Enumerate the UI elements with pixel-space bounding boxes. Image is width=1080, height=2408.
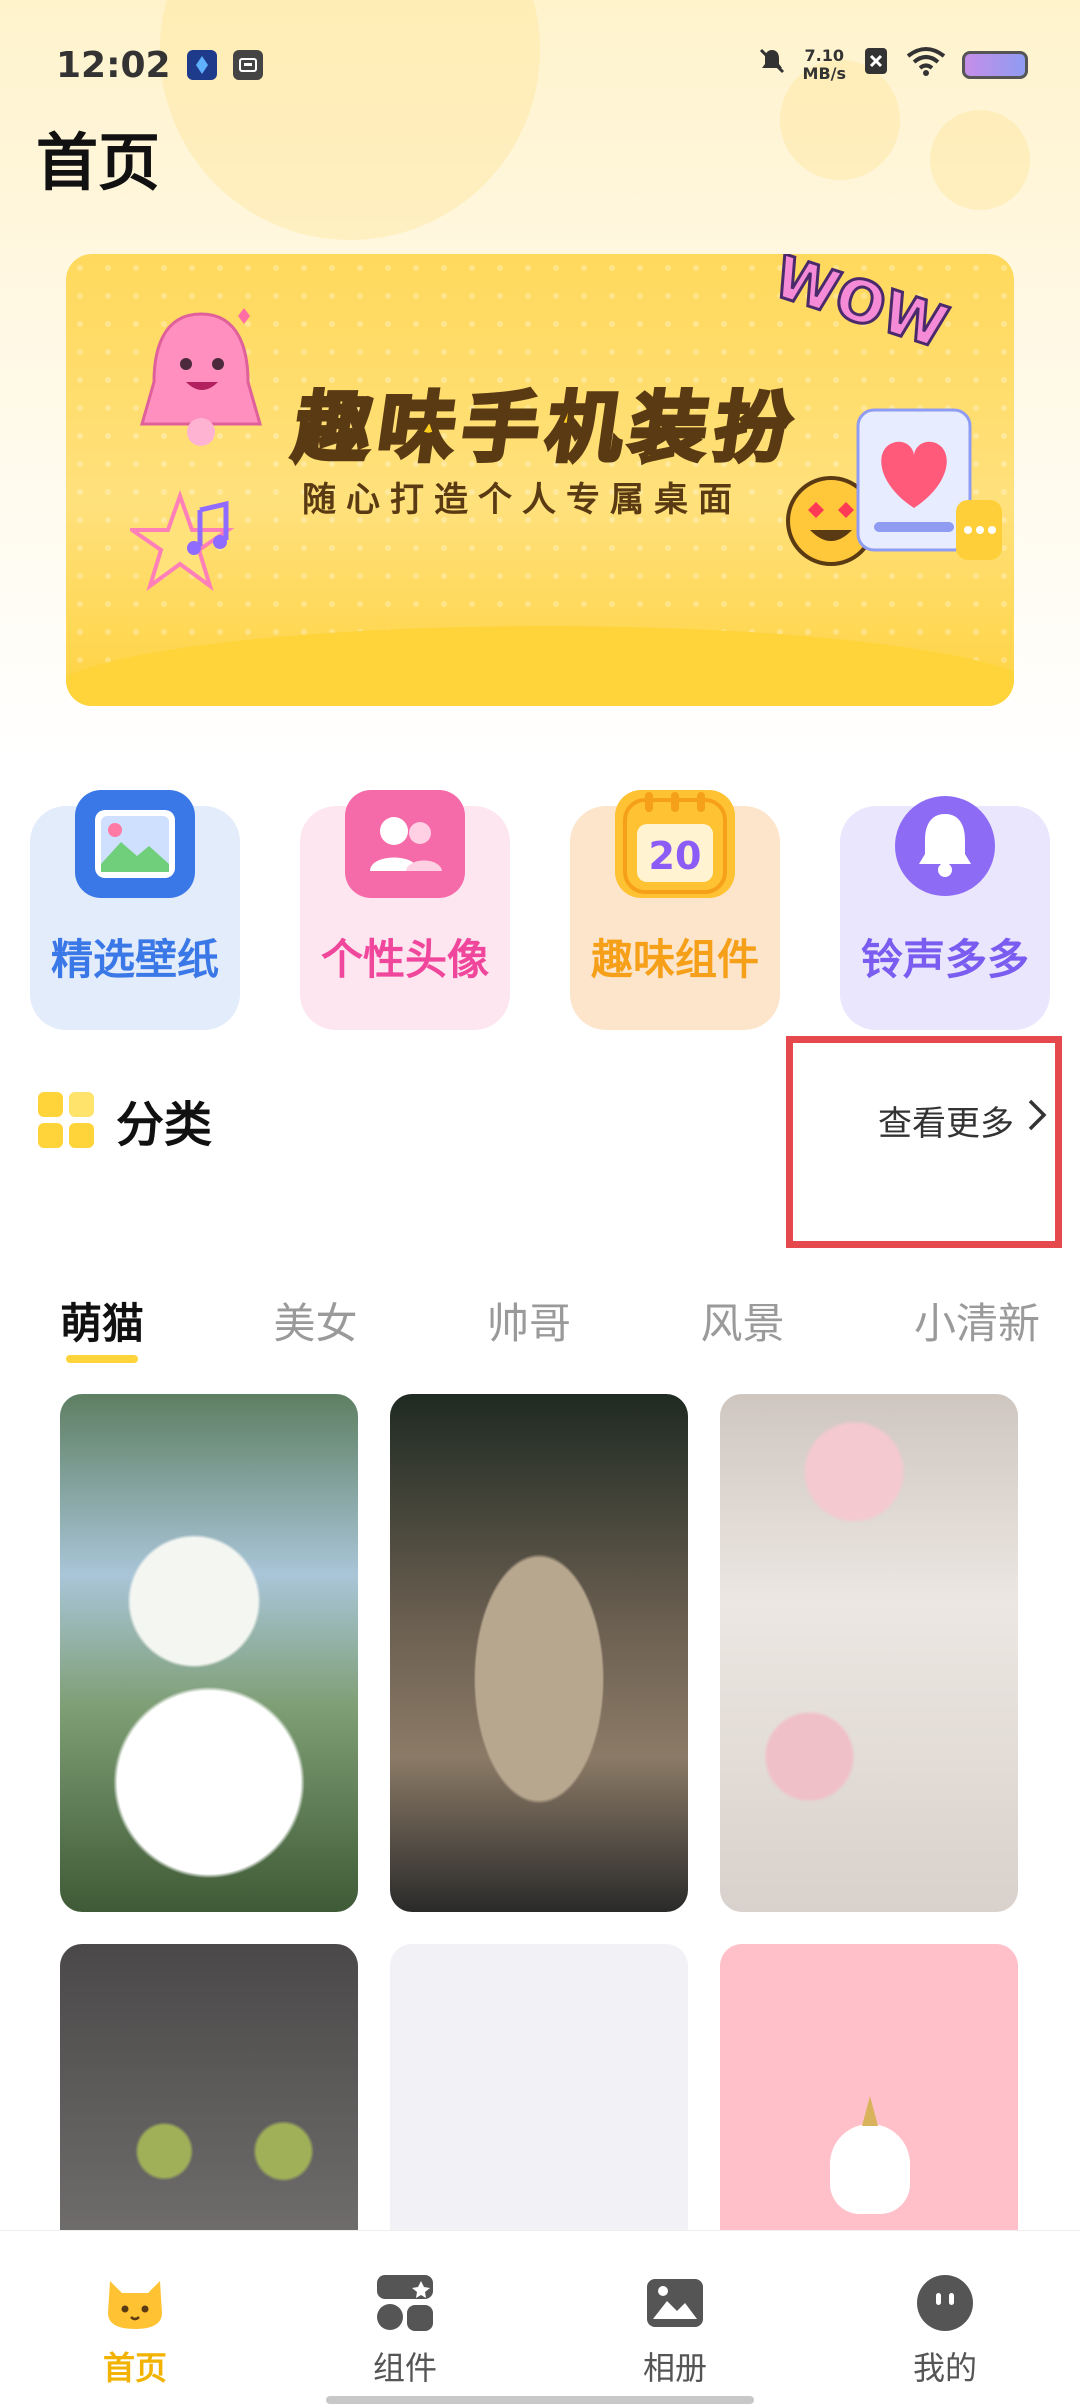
tab-fresh[interactable]: 小清新 — [914, 1290, 1040, 1351]
section-title: 分类 — [116, 1097, 213, 1153]
calendar-icon: 20 — [615, 790, 735, 898]
nav-label: 首页 — [102, 2349, 167, 2387]
mute-icon — [757, 45, 787, 85]
wifi-icon — [906, 45, 946, 85]
music-star-icon — [125, 489, 250, 604]
nav-label: 我的 — [912, 2349, 977, 2387]
nav-profile[interactable]: 我的 — [845, 2273, 1045, 2389]
calendar-day: 20 — [648, 834, 702, 878]
cat-icon — [103, 2273, 167, 2333]
image-icon — [643, 2273, 707, 2333]
category-grid-icon — [38, 1092, 94, 1148]
nav-widgets[interactable]: 组件 — [305, 2273, 505, 2389]
page-title: 首页 — [36, 126, 161, 199]
status-time: 12:02 — [56, 44, 171, 86]
status-bar: 12:02 7.10 MB/s — [0, 0, 1080, 130]
wallpaper-thumbnail[interactable] — [60, 1394, 358, 1912]
app-notification-icon — [186, 50, 217, 80]
nav-label: 组件 — [372, 2349, 437, 2387]
network-speed-unit: MB/s — [802, 64, 846, 83]
avatar-icon — [345, 790, 465, 898]
network-speed-value: 7.10 — [804, 46, 844, 65]
quick-entry-label: 精选壁纸 — [50, 935, 219, 984]
gesture-home-bar[interactable] — [326, 2396, 754, 2404]
heart-card-icon — [844, 404, 1004, 578]
unicorn-illustration-icon — [830, 2096, 910, 2214]
sim-off-icon — [862, 45, 890, 85]
promo-banner[interactable]: 趣味手机装扮 随心打造个人专属桌面 WOW — [66, 254, 1014, 706]
quick-entry-label: 铃声多多 — [860, 935, 1029, 984]
nav-label: 相册 — [642, 2349, 707, 2387]
bottom-navigation: 首页 组件 相册 我的 — [0, 2230, 1080, 2408]
quick-entry-row: 精选壁纸 个性头像 20 趣味组件 铃声多多 — [30, 790, 1050, 1030]
battery-icon — [962, 51, 1028, 79]
bell-icon — [885, 790, 1005, 898]
nav-album[interactable]: 相册 — [575, 2273, 775, 2389]
app-notification-icon-2 — [232, 50, 263, 80]
tab-beauty[interactable]: 美女 — [273, 1290, 357, 1351]
banner-title: 趣味手机装扮 — [287, 381, 808, 474]
tab-scenery[interactable]: 风景 — [700, 1290, 784, 1351]
highlight-annotation-box — [786, 1036, 1062, 1248]
bell-illustration-icon — [126, 302, 276, 462]
tab-handsome[interactable]: 帅哥 — [487, 1290, 571, 1351]
quick-entry-wallpaper[interactable]: 精选壁纸 — [30, 790, 240, 1030]
quick-entry-avatar[interactable]: 个性头像 — [300, 790, 510, 1030]
quick-entry-label: 个性头像 — [320, 935, 489, 984]
category-tabs: 萌猫 美女 帅哥 风景 小清新 — [60, 1280, 1040, 1363]
wallpaper-icon — [75, 790, 195, 898]
quick-entry-ringtones[interactable]: 铃声多多 — [840, 790, 1050, 1030]
profile-icon — [913, 2273, 977, 2333]
quick-entry-label: 趣味组件 — [590, 935, 759, 984]
nav-home[interactable]: 首页 — [35, 2273, 235, 2389]
wallpaper-thumbnail[interactable] — [390, 1394, 688, 1912]
tab-cute-cats[interactable]: 萌猫 — [60, 1290, 144, 1363]
quick-entry-widgets[interactable]: 20 趣味组件 — [570, 790, 780, 1030]
banner-subtitle: 随心打造个人专属桌面 — [302, 480, 742, 520]
widgets-icon — [373, 2273, 437, 2333]
network-speed: 7.10 MB/s — [803, 47, 846, 83]
wallpaper-thumbnail[interactable] — [720, 1394, 1018, 1912]
